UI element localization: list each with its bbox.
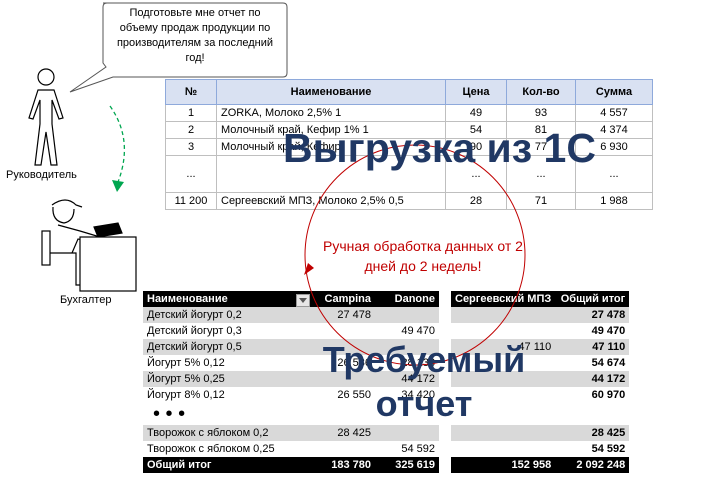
cell: 3 [165, 138, 217, 156]
cell: 47 110 [555, 339, 630, 355]
cell: 27 478 [311, 307, 375, 323]
cell: 325 619 [375, 457, 439, 473]
table-row: 11 200 Сергеевский МПЗ, Молоко 2,5% 0,5 … [165, 192, 653, 210]
pivot-header-campina: Campina [311, 291, 375, 307]
cell [451, 307, 556, 323]
cell [375, 425, 439, 441]
cell: Детский йогурт 0,5 [143, 339, 311, 355]
table-row: Детский йогурт 0,2 27 478 27 478 [143, 307, 630, 323]
cell: Сергеевский МПЗ, Молоко 2,5% 0,5 [216, 192, 446, 210]
cell: 2 092 248 [555, 457, 630, 473]
pivot-header-row: Наименование Campina Danone Сергеевский … [143, 291, 630, 307]
table-row: 1 ZORKA, Молоко 2,5% 1 49 93 4 557 [165, 104, 653, 122]
column-header-sum: Сумма [575, 79, 653, 105]
processing-note: Ручная обработка данных от 2 дней до 2 н… [323, 238, 523, 274]
bubble-text: Подготовьте мне отчет по объему продаж п… [116, 7, 274, 64]
cell: Йогурт 5% 0,12 [143, 355, 311, 371]
cell: 93 [506, 104, 576, 122]
cell: 28 425 [311, 425, 375, 441]
manager-label: Руководитель [6, 169, 77, 181]
green-arrow-icon [109, 105, 126, 192]
table-row: Творожок с яблоком 0,25 54 592 54 592 [143, 441, 630, 457]
cell [375, 307, 439, 323]
cell: 44 172 [555, 371, 630, 387]
table-header-row: № Наименование Цена Кол-во Сумма [165, 79, 653, 105]
cell [451, 323, 556, 339]
cell: 54 592 [375, 441, 439, 457]
cell: 1 [165, 104, 217, 122]
cell: 152 958 [451, 457, 556, 473]
caption-report: Требуемый отчет [322, 339, 526, 424]
table-row: Детский йогурт 0,3 49 470 49 470 [143, 323, 630, 339]
cell: 2 [165, 121, 217, 139]
cell [451, 441, 556, 457]
cell: ... [165, 155, 217, 193]
cell: 54 674 [555, 355, 630, 371]
cell: Йогурт 5% 0,25 [143, 371, 311, 387]
cell [451, 425, 556, 441]
ellipsis: • • • [143, 403, 311, 425]
cell: Творожок с яблоком 0,2 [143, 425, 311, 441]
filter-dropdown-icon[interactable] [296, 294, 310, 307]
cell: 54 592 [555, 441, 630, 457]
column-gap [439, 307, 451, 323]
cell: 1 988 [575, 192, 653, 210]
pivot-header-danone: Danone [375, 291, 439, 307]
column-header-name: Наименование [216, 79, 446, 105]
cell: 27 478 [555, 307, 630, 323]
cell: 60 970 [555, 387, 630, 403]
column-gap [439, 323, 451, 339]
cell: 28 425 [555, 425, 630, 441]
cell: ZORKA, Молоко 2,5% 1 [216, 104, 446, 122]
column-gap [439, 425, 451, 441]
grand-total-row: Общий итог 183 780 325 619 152 958 2 092… [143, 457, 630, 473]
cell: 4 557 [575, 104, 653, 122]
cell: 49 470 [555, 323, 630, 339]
column-header-number: № [165, 79, 217, 105]
cell: 28 [445, 192, 507, 210]
pivot-header-total: Общий итог [555, 291, 630, 307]
cell [311, 323, 375, 339]
cell [311, 441, 375, 457]
cell: Детский йогурт 0,2 [143, 307, 311, 323]
cell: 71 [506, 192, 576, 210]
cell: Йогурт 8% 0,12 [143, 387, 311, 403]
cell: 49 [445, 104, 507, 122]
cell: 11 200 [165, 192, 217, 210]
cell: Творожок с яблоком 0,25 [143, 441, 311, 457]
cell: Детский йогурт 0,3 [143, 323, 311, 339]
caption-export: Выгрузка из 1С [283, 125, 596, 171]
pivot-header-name[interactable]: Наименование [143, 291, 311, 307]
column-gap [439, 441, 451, 457]
column-gap [439, 457, 451, 473]
table-row: Творожок с яблоком 0,2 28 425 28 425 [143, 425, 630, 441]
column-header-qty: Кол-во [506, 79, 576, 105]
cell: 49 470 [375, 323, 439, 339]
column-header-price: Цена [445, 79, 507, 105]
cell: Общий итог [143, 457, 311, 473]
column-gap [439, 291, 451, 307]
accountant-label: Бухгалтер [60, 294, 112, 306]
accountant-figure [41, 199, 137, 292]
pivot-header-sergeevsky: Сергеевский МПЗ [451, 291, 556, 307]
cell: 183 780 [311, 457, 375, 473]
